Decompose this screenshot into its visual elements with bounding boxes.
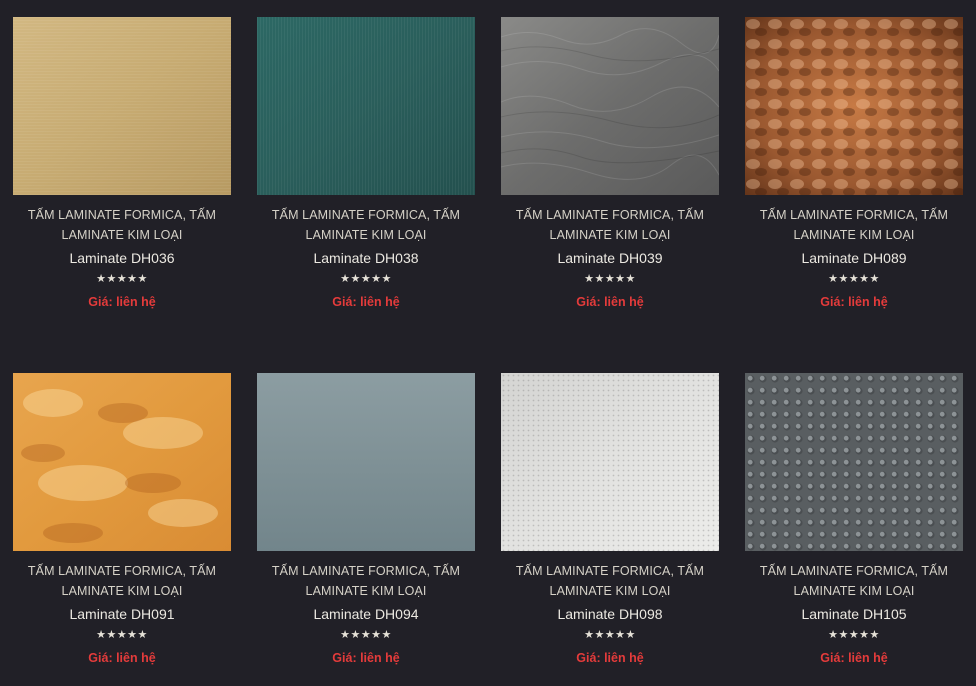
product-title[interactable]: Laminate DH038 (257, 248, 475, 268)
rating-stars: ★★★★★ (584, 629, 636, 641)
product-price: Giá: liên hệ (88, 295, 156, 309)
product-price: Giá: liên hệ (88, 651, 156, 665)
product-category-link[interactable]: TẤM LAMINATE FORMICA, TẤM LAMINATE KIM L… (13, 205, 231, 245)
product-card[interactable]: TẤM LAMINATE FORMICA, TẤM LAMINATE KIM L… (745, 17, 963, 310)
product-image (257, 373, 475, 551)
product-category-link[interactable]: TẤM LAMINATE FORMICA, TẤM LAMINATE KIM L… (745, 561, 963, 601)
product-title[interactable]: Laminate DH091 (13, 604, 231, 624)
product-title[interactable]: Laminate DH039 (501, 248, 719, 268)
rating-stars: ★★★★★ (828, 273, 880, 285)
product-image-link[interactable] (257, 373, 475, 551)
product-price: Giá: liên hệ (820, 295, 888, 309)
product-card[interactable]: TẤM LAMINATE FORMICA, TẤM LAMINATE KIM L… (501, 373, 719, 666)
product-category-link[interactable]: TẤM LAMINATE FORMICA, TẤM LAMINATE KIM L… (745, 205, 963, 245)
product-image (501, 373, 719, 551)
rating-stars: ★★★★★ (96, 629, 148, 641)
product-image-link[interactable] (13, 373, 231, 551)
product-card[interactable]: TẤM LAMINATE FORMICA, TẤM LAMINATE KIM L… (745, 373, 963, 666)
product-category-link[interactable]: TẤM LAMINATE FORMICA, TẤM LAMINATE KIM L… (257, 205, 475, 245)
product-price: Giá: liên hệ (332, 651, 400, 665)
product-image-link[interactable] (745, 373, 963, 551)
product-title[interactable]: Laminate DH036 (13, 248, 231, 268)
rating-stars: ★★★★★ (96, 273, 148, 285)
product-image-link[interactable] (13, 17, 231, 195)
product-card[interactable]: TẤM LAMINATE FORMICA, TẤM LAMINATE KIM L… (257, 373, 475, 666)
product-category-link[interactable]: TẤM LAMINATE FORMICA, TẤM LAMINATE KIM L… (13, 561, 231, 601)
product-image-link[interactable] (501, 17, 719, 195)
product-title[interactable]: Laminate DH089 (745, 248, 963, 268)
product-image (13, 373, 231, 551)
product-image (745, 17, 963, 195)
rating-stars: ★★★★★ (828, 629, 880, 641)
product-title[interactable]: Laminate DH105 (745, 604, 963, 624)
product-category-link[interactable]: TẤM LAMINATE FORMICA, TẤM LAMINATE KIM L… (257, 561, 475, 601)
rating-stars: ★★★★★ (340, 629, 392, 641)
product-card[interactable]: TẤM LAMINATE FORMICA, TẤM LAMINATE KIM L… (13, 373, 231, 666)
product-price: Giá: liên hệ (576, 651, 644, 665)
product-card[interactable]: TẤM LAMINATE FORMICA, TẤM LAMINATE KIM L… (501, 17, 719, 310)
product-title[interactable]: Laminate DH098 (501, 604, 719, 624)
product-image (745, 373, 963, 551)
product-title[interactable]: Laminate DH094 (257, 604, 475, 624)
product-image (257, 17, 475, 195)
product-card[interactable]: TẤM LAMINATE FORMICA, TẤM LAMINATE KIM L… (13, 17, 231, 310)
product-image (501, 17, 719, 195)
product-card[interactable]: TẤM LAMINATE FORMICA, TẤM LAMINATE KIM L… (257, 17, 475, 310)
product-price: Giá: liên hệ (820, 651, 888, 665)
product-price: Giá: liên hệ (576, 295, 644, 309)
product-grid: TẤM LAMINATE FORMICA, TẤM LAMINATE KIM L… (0, 0, 976, 686)
product-image-link[interactable] (745, 17, 963, 195)
product-image-link[interactable] (501, 373, 719, 551)
product-price: Giá: liên hệ (332, 295, 400, 309)
product-image (13, 17, 231, 195)
rating-stars: ★★★★★ (340, 273, 392, 285)
product-category-link[interactable]: TẤM LAMINATE FORMICA, TẤM LAMINATE KIM L… (501, 561, 719, 601)
product-image-link[interactable] (257, 17, 475, 195)
rating-stars: ★★★★★ (584, 273, 636, 285)
product-category-link[interactable]: TẤM LAMINATE FORMICA, TẤM LAMINATE KIM L… (501, 205, 719, 245)
